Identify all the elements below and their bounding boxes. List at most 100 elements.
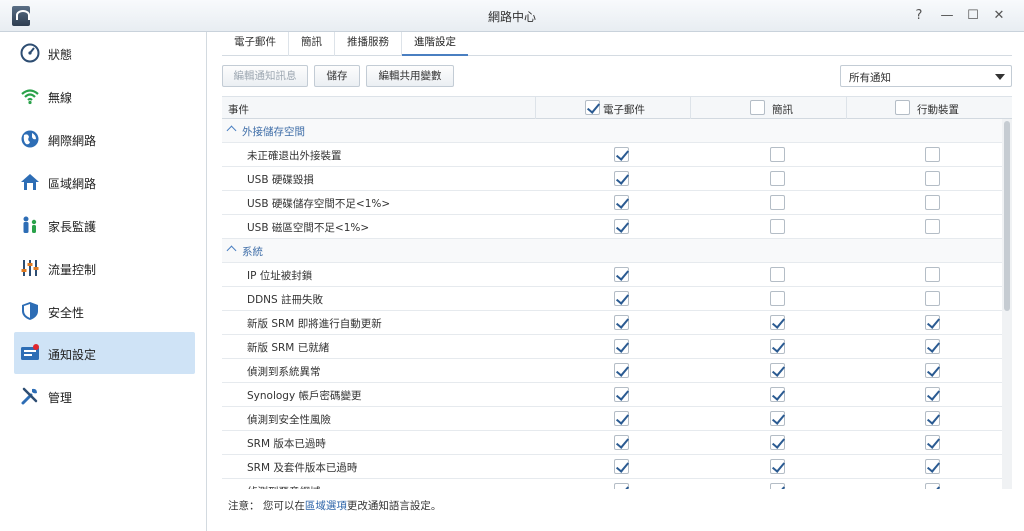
mobile-checkbox[interactable] bbox=[925, 411, 940, 426]
event-label: SRM 及套件版本已過時 bbox=[247, 462, 358, 474]
sms-checkbox[interactable] bbox=[770, 219, 785, 234]
sms-checkbox[interactable] bbox=[770, 171, 785, 186]
email-select-all-checkbox[interactable] bbox=[585, 100, 600, 115]
mobile-checkbox[interactable] bbox=[925, 147, 940, 162]
tab-email[interactable]: 電子郵件 bbox=[222, 32, 289, 56]
tab-sms[interactable]: 簡訊 bbox=[289, 32, 335, 56]
sidebar-item-notification[interactable]: 通知設定 bbox=[14, 332, 195, 374]
email-checkbox[interactable] bbox=[614, 459, 629, 474]
mobile-checkbox[interactable] bbox=[925, 459, 940, 474]
email-checkbox[interactable] bbox=[614, 387, 629, 402]
group-label: 系統 bbox=[242, 246, 263, 258]
mobile-checkbox[interactable] bbox=[925, 195, 940, 210]
group-header-row: 外接儲存空間 bbox=[222, 119, 1002, 143]
sidebar-item-traffic-control[interactable]: 流量控制 bbox=[14, 247, 195, 289]
window-title: 網路中心 bbox=[487, 10, 536, 24]
event-label: Synology 帳戶密碼變更 bbox=[247, 390, 362, 402]
sms-checkbox[interactable] bbox=[770, 147, 785, 162]
sms-checkbox[interactable] bbox=[770, 483, 785, 489]
sidebar-item-label: 流量控制 bbox=[48, 263, 97, 277]
sms-checkbox[interactable] bbox=[770, 411, 785, 426]
mobile-checkbox[interactable] bbox=[925, 435, 940, 450]
family-icon bbox=[23, 216, 37, 233]
event-label: USB 硬碟毀損 bbox=[247, 174, 314, 186]
column-header-mobile[interactable]: 行動裝置 bbox=[847, 97, 1002, 119]
event-label: 偵測到系統異常 bbox=[247, 366, 321, 378]
email-checkbox[interactable] bbox=[614, 219, 629, 234]
minimize-button[interactable]: — bbox=[936, 5, 958, 27]
collapse-caret-icon[interactable] bbox=[226, 125, 237, 136]
notification-filter-select[interactable]: 所有通知 bbox=[840, 65, 1012, 87]
mobile-checkbox[interactable] bbox=[925, 315, 940, 330]
sidebar-item-parental-control[interactable]: 家長監護 bbox=[14, 204, 195, 246]
sidebar-item-wireless[interactable]: 無線 bbox=[14, 75, 195, 117]
sms-checkbox[interactable] bbox=[770, 315, 785, 330]
table-row: SRM 及套件版本已過時 bbox=[222, 455, 1002, 479]
column-header-sms[interactable]: 簡訊 bbox=[691, 97, 847, 119]
mobile-checkbox[interactable] bbox=[925, 483, 940, 489]
group-header-row: 系統 bbox=[222, 239, 1002, 263]
email-checkbox[interactable] bbox=[614, 195, 629, 210]
language-note: 注意： 您可以在區域選項更改通知語言設定。 bbox=[228, 500, 442, 512]
event-label: DDNS 註冊失敗 bbox=[247, 294, 324, 306]
mobile-checkbox[interactable] bbox=[925, 171, 940, 186]
sidebar-item-label: 網際網路 bbox=[48, 134, 97, 148]
sms-checkbox[interactable] bbox=[770, 459, 785, 474]
sidebar-item-label: 狀態 bbox=[48, 48, 73, 62]
sidebar-item-security[interactable]: 安全性 bbox=[14, 290, 195, 332]
scrollbar-thumb[interactable] bbox=[1004, 121, 1010, 311]
sms-checkbox[interactable] bbox=[770, 435, 785, 450]
table-row: 偵測到安全性風險 bbox=[222, 407, 1002, 431]
email-checkbox[interactable] bbox=[614, 339, 629, 354]
close-button[interactable]: ✕ bbox=[988, 5, 1010, 27]
event-label: 新版 SRM 已就緒 bbox=[247, 342, 330, 354]
tab-push-service[interactable]: 推播服務 bbox=[335, 32, 402, 56]
sidebar-item-label: 安全性 bbox=[48, 306, 85, 320]
sms-checkbox[interactable] bbox=[770, 339, 785, 354]
edit-notification-message-button[interactable]: 編輯通知訊息 bbox=[222, 65, 308, 87]
email-checkbox[interactable] bbox=[614, 267, 629, 282]
email-checkbox[interactable] bbox=[614, 291, 629, 306]
sms-checkbox[interactable] bbox=[770, 267, 785, 282]
table-row: USB 硬碟儲存空間不足<1%> bbox=[222, 191, 1002, 215]
sidebar-item-label: 區域網路 bbox=[48, 177, 97, 191]
grid-scrollbar[interactable] bbox=[1002, 119, 1012, 489]
mobile-select-all-checkbox[interactable] bbox=[895, 100, 910, 115]
collapse-caret-icon[interactable] bbox=[226, 245, 237, 256]
sms-select-all-checkbox[interactable] bbox=[750, 100, 765, 115]
mobile-checkbox[interactable] bbox=[925, 363, 940, 378]
sms-checkbox[interactable] bbox=[770, 387, 785, 402]
sidebar-item-administration[interactable]: 管理 bbox=[14, 375, 195, 417]
event-label: 未正確退出外接裝置 bbox=[247, 150, 342, 162]
tab-advanced[interactable]: 進階設定 bbox=[402, 32, 468, 56]
mobile-checkbox[interactable] bbox=[925, 219, 940, 234]
table-row: USB 磁區空間不足<1%> bbox=[222, 215, 1002, 239]
sidebar-item-local-network[interactable]: 區域網路 bbox=[14, 161, 195, 203]
email-checkbox[interactable] bbox=[614, 315, 629, 330]
edit-shared-variables-button[interactable]: 編輯共用變數 bbox=[366, 65, 454, 87]
mobile-checkbox[interactable] bbox=[925, 339, 940, 354]
email-checkbox[interactable] bbox=[614, 171, 629, 186]
sms-checkbox[interactable] bbox=[770, 363, 785, 378]
sidebar-item-internet[interactable]: 網際網路 bbox=[14, 118, 195, 160]
save-button[interactable]: 儲存 bbox=[314, 65, 360, 87]
sidebar-item-label: 家長監護 bbox=[48, 220, 97, 234]
table-row: 新版 SRM 已就緒 bbox=[222, 335, 1002, 359]
sidebar-item-status[interactable]: 狀態 bbox=[14, 32, 195, 74]
email-checkbox[interactable] bbox=[614, 483, 629, 489]
maximize-button[interactable]: ☐ bbox=[962, 5, 984, 27]
mobile-checkbox[interactable] bbox=[925, 387, 940, 402]
email-checkbox[interactable] bbox=[614, 435, 629, 450]
mobile-checkbox[interactable] bbox=[925, 267, 940, 282]
email-checkbox[interactable] bbox=[614, 147, 629, 162]
email-checkbox[interactable] bbox=[614, 363, 629, 378]
help-button[interactable]: ? bbox=[908, 5, 930, 27]
regional-options-link[interactable]: 區域選項 bbox=[305, 500, 347, 512]
mobile-checkbox[interactable] bbox=[925, 291, 940, 306]
email-checkbox[interactable] bbox=[614, 411, 629, 426]
sms-checkbox[interactable] bbox=[770, 291, 785, 306]
table-row: SRM 版本已過時 bbox=[222, 431, 1002, 455]
table-row: 新版 SRM 即將進行自動更新 bbox=[222, 311, 1002, 335]
column-header-email[interactable]: 電子郵件 bbox=[536, 97, 691, 119]
sms-checkbox[interactable] bbox=[770, 195, 785, 210]
